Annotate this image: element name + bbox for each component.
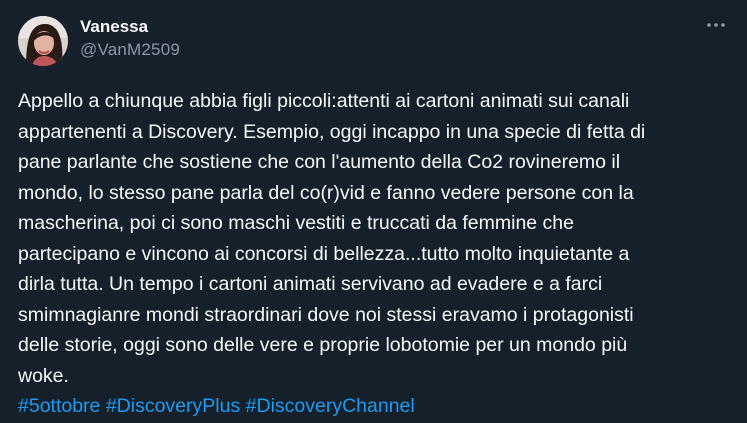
- display-name[interactable]: Vanessa: [80, 16, 180, 38]
- hashtag-link[interactable]: #5ottobre: [18, 395, 100, 417]
- more-horizontal-icon: [707, 23, 725, 27]
- avatar-image: [18, 16, 68, 66]
- tweet-header: Vanessa @VanM2509: [18, 13, 731, 71]
- hashtag-link[interactable]: #DiscoveryPlus: [106, 395, 240, 417]
- hashtag-link[interactable]: #DiscoveryChannel: [246, 395, 415, 417]
- avatar[interactable]: [18, 16, 68, 66]
- author-names: Vanessa @VanM2509: [80, 16, 180, 62]
- hashtag-list: #5ottobre #DiscoveryPlus #DiscoveryChann…: [18, 391, 731, 422]
- user-handle[interactable]: @VanM2509: [80, 38, 180, 62]
- tweet-text: Appello a chiunque abbia figli piccoli:a…: [18, 90, 646, 387]
- tweet-card: Vanessa @VanM2509 Appello a chiunque abb…: [0, 0, 747, 423]
- more-options-button[interactable]: [705, 14, 727, 36]
